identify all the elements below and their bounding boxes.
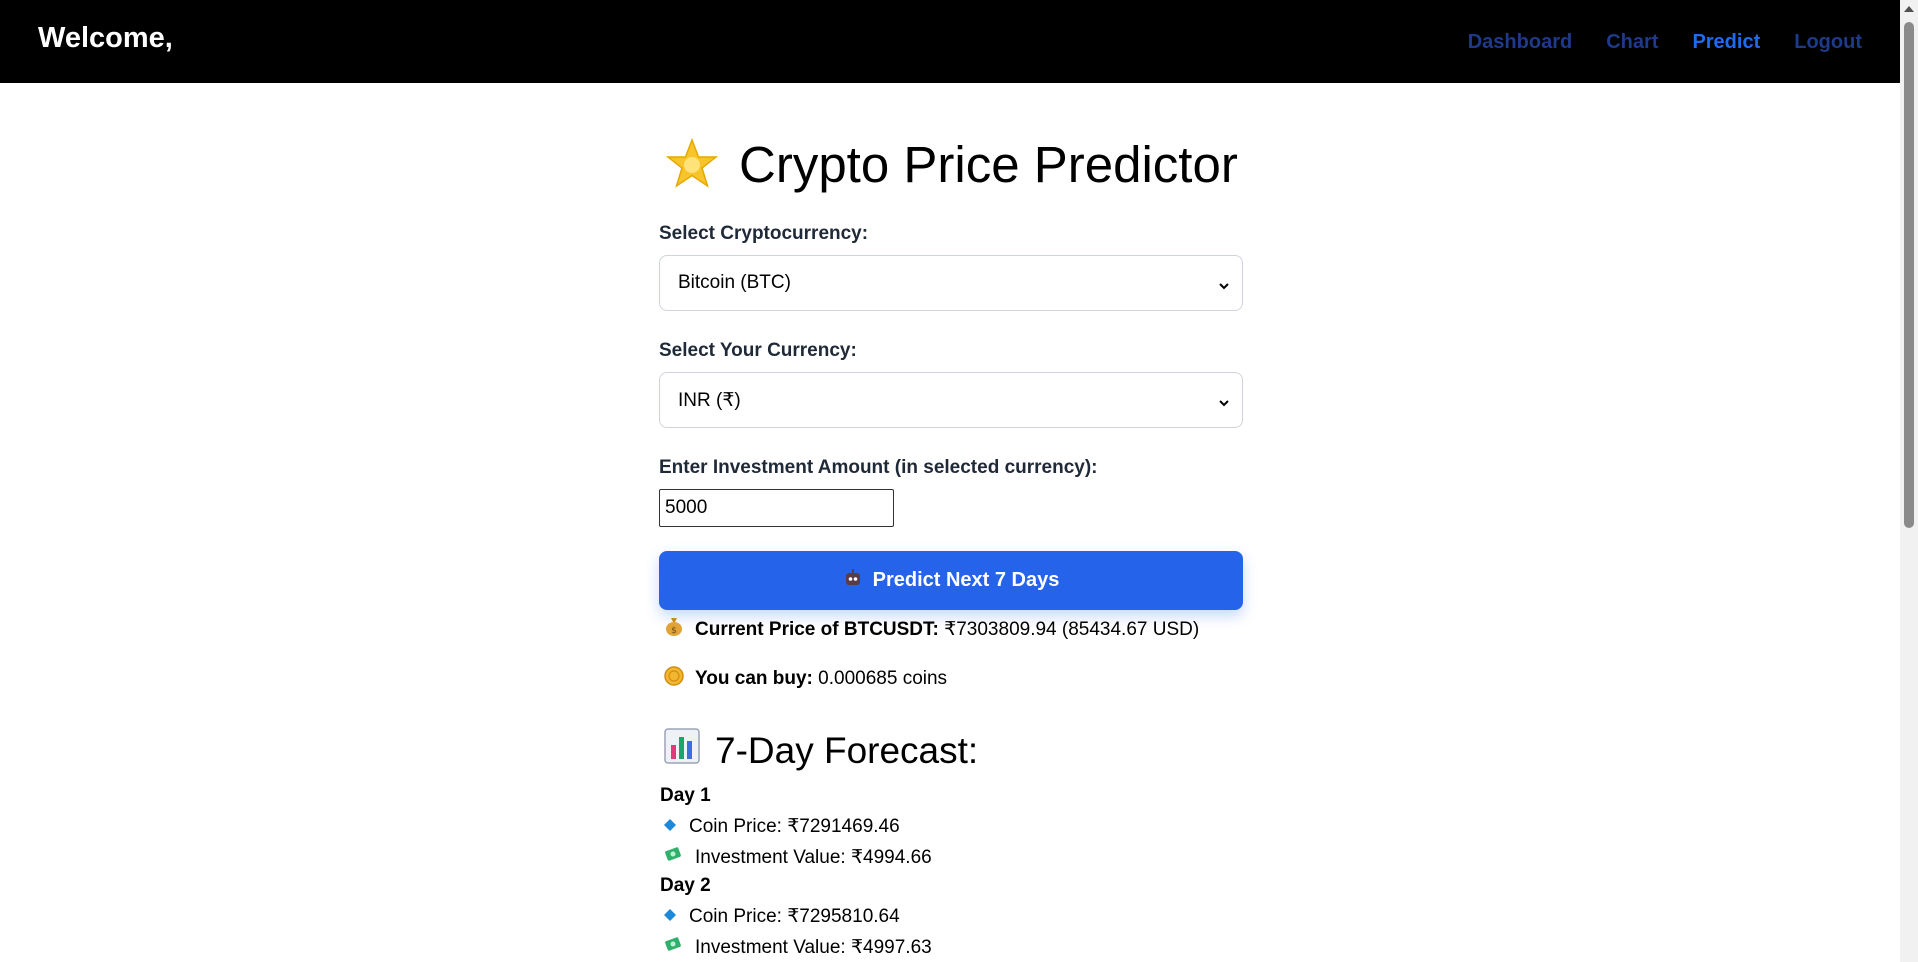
coin-price-text: Coin Price: ₹7291469.46: [689, 816, 900, 837]
investment-value-text: Investment Value: ₹4997.63: [695, 936, 932, 958]
scroll-up-arrow-icon[interactable]: [1904, 6, 1914, 12]
diamond-icon: [663, 816, 677, 838]
diamond-icon: [663, 906, 677, 928]
predict-button-label: Predict Next 7 Days: [872, 569, 1060, 591]
can-buy-value: 0.000685 coins: [818, 668, 948, 689]
current-price-line: $ Current Price of BTCUSDT: ₹7303809.94 …: [663, 615, 1199, 643]
forecast-heading: 7-Day Forecast:: [663, 727, 978, 774]
investment-value-text: Investment Value: ₹4994.66: [695, 846, 932, 868]
title-row: Crypto Price Predictor: [663, 135, 1238, 194]
can-buy-line: You can buy: 0.000685 coins: [663, 665, 947, 693]
amount-label: Enter Investment Amount (in selected cur…: [659, 457, 1098, 478]
forecast-title: 7-Day Forecast:: [715, 729, 979, 771]
current-price-label: Current Price of BTCUSDT:: [695, 618, 939, 640]
nav-links: Dashboard Chart Predict Logout: [1468, 31, 1862, 54]
money-bag-icon: $: [663, 615, 685, 643]
chevron-down-icon: [1218, 393, 1230, 407]
chevron-down-icon: [1218, 276, 1230, 290]
svg-text:$: $: [671, 626, 677, 636]
can-buy-label: You can buy:: [695, 668, 813, 689]
welcome-brand: Welcome,: [38, 22, 173, 54]
nav-link-chart[interactable]: Chart: [1606, 31, 1658, 54]
page-scrollbar[interactable]: [1900, 0, 1918, 962]
coin-price-text: Coin Price: ₹7295810.64: [689, 906, 900, 927]
star-icon: [663, 136, 721, 194]
crypto-select[interactable]: Bitcoin (BTC): [659, 255, 1243, 311]
money-wings-icon: [663, 845, 683, 869]
forecast-coin-price: Coin Price: ₹7295810.64: [663, 905, 900, 928]
currency-label: Select Your Currency:: [659, 340, 857, 361]
coin-icon: [663, 665, 685, 693]
forecast-coin-price: Coin Price: ₹7291469.46: [663, 815, 900, 838]
forecast-investment-value: Investment Value: ₹4997.63: [663, 935, 932, 959]
bar-chart-icon: [663, 727, 701, 774]
forecast-day-label: Day 1: [660, 785, 711, 806]
scroll-thumb[interactable]: [1904, 22, 1914, 528]
robot-icon: [843, 568, 863, 594]
crypto-select-value: Bitcoin (BTC): [678, 272, 791, 293]
page-title: Crypto Price Predictor: [739, 136, 1238, 193]
nav-link-dashboard[interactable]: Dashboard: [1468, 31, 1572, 54]
investment-amount-input[interactable]: [659, 489, 894, 527]
crypto-label: Select Cryptocurrency:: [659, 223, 869, 244]
currency-select[interactable]: INR (₹): [659, 372, 1243, 428]
nav-link-logout[interactable]: Logout: [1794, 31, 1862, 54]
forecast-investment-value: Investment Value: ₹4994.66: [663, 845, 932, 869]
money-wings-icon: [663, 935, 683, 959]
current-price-value: ₹7303809.94 (85434.67 USD): [944, 618, 1200, 640]
nav-link-predict[interactable]: Predict: [1692, 31, 1760, 54]
predict-button[interactable]: Predict Next 7 Days: [659, 551, 1243, 610]
currency-select-value: INR (₹): [678, 389, 741, 411]
forecast-day-label: Day 2: [660, 875, 711, 896]
navbar: Welcome, Dashboard Chart Predict Logout: [0, 0, 1900, 83]
